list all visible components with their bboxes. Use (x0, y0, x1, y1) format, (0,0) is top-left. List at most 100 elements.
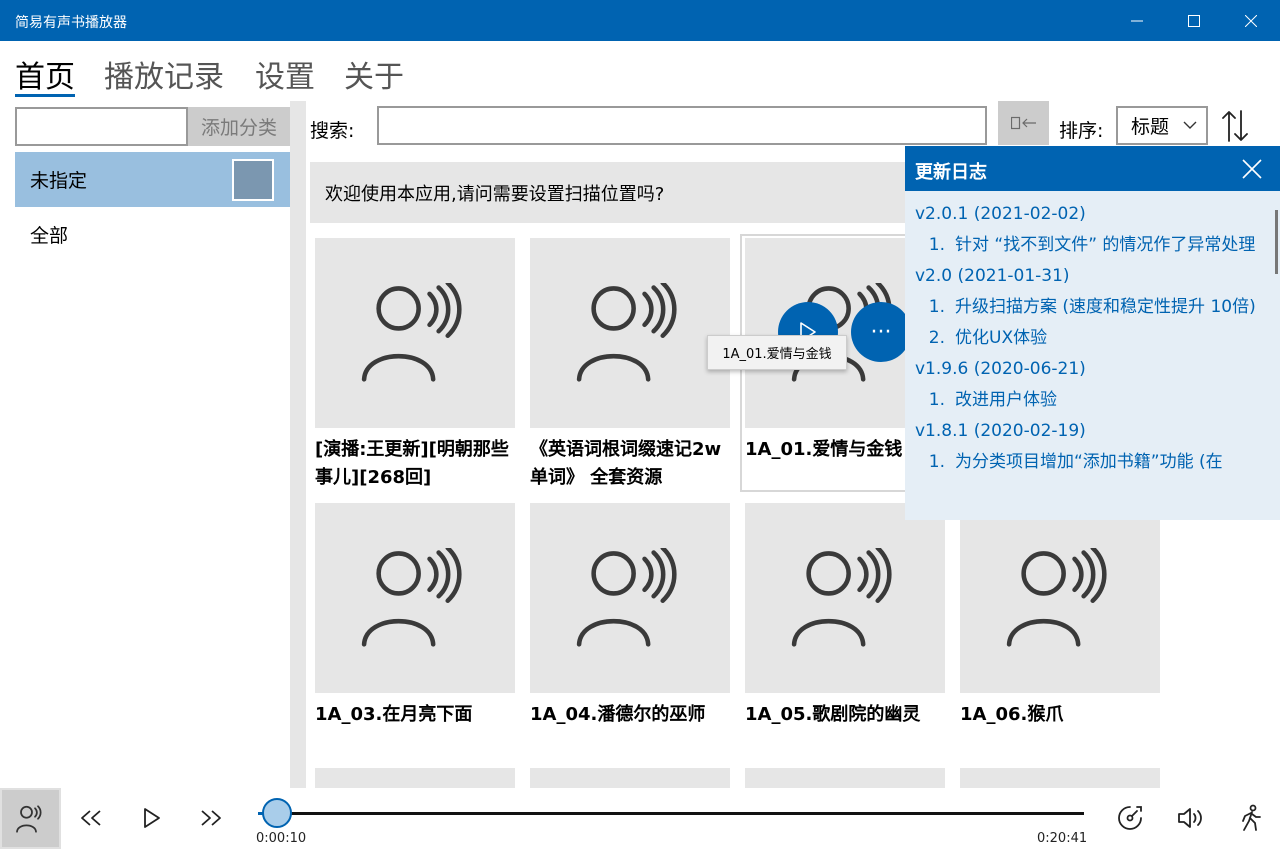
search-submit-icon (1010, 116, 1036, 130)
entry-number: 1. (928, 235, 945, 255)
chevron-down-icon (1183, 121, 1197, 129)
entry-text: 优化UX体验 (955, 328, 1048, 348)
walking-icon (1242, 804, 1261, 831)
category-label: 未指定 (30, 170, 88, 192)
now-playing-button[interactable] (0, 788, 61, 849)
book-thumbnail (530, 238, 730, 428)
fast-forward-icon (201, 810, 221, 826)
audiobook-icon (790, 548, 900, 648)
welcome-banner[interactable]: 欢迎使用本应用,请问需要设置扫描位置吗? (310, 162, 910, 223)
audiobook-icon (360, 548, 470, 648)
book-card-partial[interactable] (745, 768, 945, 788)
tab-history[interactable]: 播放记录 (104, 52, 224, 96)
category-label: 全部 (30, 225, 69, 247)
maximize-button[interactable] (1165, 0, 1222, 41)
rewind-icon (81, 810, 101, 826)
volume-button[interactable] (1176, 803, 1206, 833)
book-thumbnail (315, 503, 515, 693)
tab-underline (15, 94, 75, 97)
book-card[interactable]: [演播:王更新][明朝那些事儿][268回] (315, 238, 515, 498)
book-thumbnail (315, 238, 515, 428)
tooltip-text: 1A_01.爱情与金钱 (722, 347, 832, 362)
entry-number: 1. (928, 390, 945, 410)
book-title: 1A_06.猴爪 (960, 704, 1064, 725)
book-thumbnail (530, 503, 730, 693)
category-item-all[interactable]: 全部 (15, 207, 290, 262)
entry-number: 2. (928, 328, 945, 348)
close-button[interactable] (1222, 0, 1279, 41)
seek-bar-thumb[interactable] (262, 798, 292, 828)
minimize-icon (1130, 20, 1143, 21)
sort-direction-icon[interactable] (1220, 109, 1250, 143)
audiobook-icon (575, 548, 685, 648)
total-time: 0:20:41 (1037, 831, 1088, 846)
audiobook-icon (575, 283, 685, 383)
book-card[interactable]: 1A_03.在月亮下面 (315, 503, 515, 763)
pane-splitter[interactable] (290, 101, 306, 788)
welcome-text: 欢迎使用本应用,请问需要设置扫描位置吗? (325, 183, 665, 205)
changelog-version: v2.0 (2021-01-31) (915, 266, 1070, 286)
book-card[interactable]: 《英语词根词缀速记2w 单词》 全套资源 (530, 238, 730, 498)
sort-label: 排序: (1059, 120, 1104, 142)
add-category-button[interactable]: 添加分类 (188, 107, 290, 146)
entry-text: 升级扫描方案 (速度和稳定性提升 10倍) (955, 297, 1256, 317)
book-card[interactable]: 1A_06.猴爪 (960, 503, 1160, 763)
card-more-button[interactable]: ··· (851, 302, 911, 362)
category-name-input[interactable] (15, 107, 188, 146)
tab-home[interactable]: 首页 (15, 52, 75, 96)
changelog-entry: 1. 针对 “找不到文件” 的情况作了异常处理 (915, 233, 1267, 257)
more-icon: ··· (870, 319, 892, 345)
changelog-entry: 1. 改进用户体验 (915, 388, 1267, 412)
seek-bar-track[interactable] (277, 812, 1084, 815)
book-card-partial[interactable] (960, 768, 1160, 788)
playback-speed-icon (1118, 806, 1142, 830)
sort-select[interactable]: 标题 (1116, 106, 1208, 145)
playback-speed-button[interactable] (1115, 803, 1145, 833)
rewind-button[interactable] (76, 803, 106, 833)
book-card[interactable]: 1A_04.潘德尔的巫师 (530, 503, 730, 763)
minimize-button[interactable] (1108, 0, 1165, 41)
search-input[interactable] (377, 106, 987, 145)
walking-mode-button[interactable] (1236, 803, 1266, 833)
book-thumbnail (960, 503, 1160, 693)
current-time: 0:00:10 (256, 831, 307, 846)
entry-text: 针对 “找不到文件” 的情况作了异常处理 (955, 235, 1256, 255)
book-card[interactable]: 1A_05.歌剧院的幽灵 (745, 503, 945, 763)
audiobook-icon (15, 804, 41, 833)
title-bar: 简易有声书播放器 (0, 0, 1280, 41)
changelog-version: v1.9.6 (2020-06-21) (915, 359, 1086, 379)
search-submit-button[interactable] (998, 101, 1049, 145)
book-title: [演播:王更新][明朝那些事儿][268回] (315, 439, 509, 488)
changelog-entry: 1. 为分类项目增加“添加书籍”功能 (在 (915, 450, 1267, 474)
book-title: 1A_05.歌剧院的幽灵 (745, 704, 921, 725)
book-tooltip: 1A_01.爱情与金钱 (707, 335, 847, 370)
category-select-checkbox[interactable] (232, 159, 274, 201)
book-title: 《英语词根词缀速记2w 单词》 全套资源 (530, 439, 722, 488)
close-icon[interactable] (1241, 158, 1263, 180)
entry-number: 1. (928, 297, 945, 317)
play-icon (144, 808, 160, 828)
entry-number: 1. (928, 452, 945, 472)
audiobook-icon (1005, 548, 1115, 648)
entry-text: 为分类项目增加“添加书籍”功能 (在 (955, 452, 1223, 472)
changelog-version: v2.0.1 (2021-02-02) (915, 204, 1086, 224)
book-title: 1A_04.潘德尔的巫师 (530, 704, 706, 725)
window-title: 简易有声书播放器 (15, 15, 127, 31)
book-title: 1A_03.在月亮下面 (315, 704, 473, 725)
sort-select-value: 标题 (1131, 116, 1170, 138)
book-card-partial[interactable] (315, 768, 515, 788)
play-button[interactable] (137, 803, 167, 833)
maximize-icon (1187, 14, 1200, 27)
changelog-entry: 1. 升级扫描方案 (速度和稳定性提升 10倍) (915, 295, 1267, 319)
tab-about[interactable]: 关于 (344, 52, 404, 96)
book-card-partial[interactable] (530, 768, 730, 788)
changelog-entry: 2. 优化UX体验 (915, 326, 1267, 350)
tab-settings[interactable]: 设置 (255, 52, 315, 96)
audiobook-icon (360, 283, 470, 383)
fast-forward-button[interactable] (196, 803, 226, 833)
changelog-version: v1.8.1 (2020-02-19) (915, 421, 1086, 441)
changelog-scrollbar[interactable] (1275, 210, 1278, 274)
book-thumbnail (745, 503, 945, 693)
changelog-title: 更新日志 (915, 162, 987, 183)
close-icon (1244, 14, 1257, 27)
